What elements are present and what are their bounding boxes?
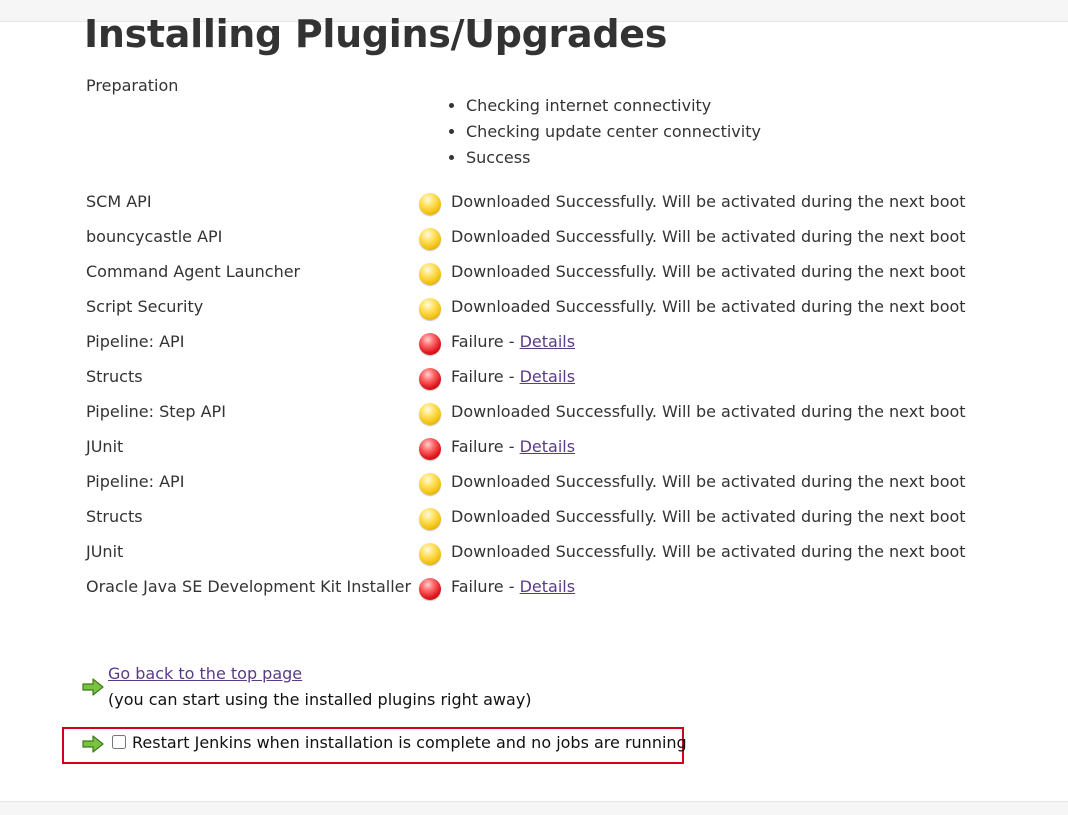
plugin-row: JUnit Failure - Details bbox=[86, 430, 966, 465]
plugin-status-message: Failure - bbox=[451, 332, 520, 351]
plugin-status-message: Downloaded Successfully. Will be activat… bbox=[451, 472, 966, 491]
plugin-row: SCM API Downloaded Successfully. Will be … bbox=[86, 185, 966, 220]
preparation-step: Checking internet connectivity bbox=[466, 93, 761, 119]
plugin-name: Pipeline: API bbox=[86, 472, 185, 491]
plugin-status-message: Downloaded Successfully. Will be activat… bbox=[451, 297, 966, 316]
preparation-label: Preparation bbox=[86, 76, 179, 95]
plugin-name: JUnit bbox=[86, 542, 124, 561]
restart-jenkins-label[interactable]: Restart Jenkins when installation is com… bbox=[132, 733, 687, 752]
plugin-row: Structs Downloaded Successfully. Will be … bbox=[86, 500, 966, 535]
plugin-name: Structs bbox=[86, 507, 143, 526]
plugin-status: Downloaded Successfully. Will be activat… bbox=[451, 192, 966, 211]
plugin-row: Pipeline: API Downloaded Successfully. Wi… bbox=[86, 465, 966, 500]
plugin-install-table: SCM API Downloaded Successfully. Will be … bbox=[86, 185, 966, 605]
red-ball-icon bbox=[419, 368, 441, 390]
plugin-status: Downloaded Successfully. Will be activat… bbox=[451, 472, 966, 491]
plugin-name: Pipeline: Step API bbox=[86, 402, 226, 421]
yellow-ball-icon bbox=[419, 298, 441, 320]
plugin-status: Failure - Details bbox=[451, 437, 575, 456]
plugin-status: Downloaded Successfully. Will be activat… bbox=[451, 262, 966, 281]
restart-jenkins-checkbox[interactable] bbox=[112, 735, 126, 749]
plugin-status: Downloaded Successfully. Will be activat… bbox=[451, 227, 966, 246]
preparation-steps: Checking internet connectivity Checking … bbox=[442, 93, 761, 171]
back-link-note: (you can start using the installed plugi… bbox=[108, 690, 532, 709]
plugin-status-message: Downloaded Successfully. Will be activat… bbox=[451, 227, 966, 246]
plugin-name: Command Agent Launcher bbox=[86, 262, 301, 281]
details-link[interactable]: Details bbox=[520, 577, 575, 596]
plugin-name: JUnit bbox=[86, 437, 124, 456]
plugin-row: Pipeline: Step API Downloaded Successfull… bbox=[86, 395, 966, 430]
plugin-row: Structs Failure - Details bbox=[86, 360, 966, 395]
details-link[interactable]: Details bbox=[520, 367, 575, 386]
plugin-row: Pipeline: API Failure - Details bbox=[86, 325, 966, 360]
plugin-row: JUnit Downloaded Successfully. Will be ac… bbox=[86, 535, 966, 570]
plugin-row: bouncycastle API Downloaded Successfully.… bbox=[86, 220, 966, 255]
plugin-status-message: Downloaded Successfully. Will be activat… bbox=[451, 192, 966, 211]
green-arrow-right-icon bbox=[82, 735, 104, 753]
plugin-status: Downloaded Successfully. Will be activat… bbox=[451, 402, 966, 421]
plugin-name: Structs bbox=[86, 367, 143, 386]
plugin-name: Pipeline: API bbox=[86, 332, 185, 351]
plugin-row: Script Security Downloaded Successfully. … bbox=[86, 290, 966, 325]
red-ball-icon bbox=[419, 438, 441, 460]
plugin-name: Oracle Java SE Development Kit Installer bbox=[86, 577, 412, 596]
yellow-ball-icon bbox=[419, 508, 441, 530]
plugin-status-message: Downloaded Successfully. Will be activat… bbox=[451, 507, 966, 526]
go-back-top-page-link[interactable]: Go back to the top page bbox=[108, 664, 302, 683]
yellow-ball-icon bbox=[419, 228, 441, 250]
plugin-status: Failure - Details bbox=[451, 367, 575, 386]
details-link[interactable]: Details bbox=[520, 437, 575, 456]
plugin-status-message: Downloaded Successfully. Will be activat… bbox=[451, 262, 966, 281]
plugin-status-message: Failure - bbox=[451, 367, 520, 386]
plugin-status-message: Downloaded Successfully. Will be activat… bbox=[451, 542, 966, 561]
plugin-status-message: Failure - bbox=[451, 437, 520, 456]
plugin-status: Failure - Details bbox=[451, 577, 575, 596]
preparation-step: Checking update center connectivity bbox=[466, 119, 761, 145]
red-ball-icon bbox=[419, 578, 441, 600]
yellow-ball-icon bbox=[419, 473, 441, 495]
plugin-name: bouncycastle API bbox=[86, 227, 223, 246]
details-link[interactable]: Details bbox=[520, 332, 575, 351]
yellow-ball-icon bbox=[419, 263, 441, 285]
plugin-status: Downloaded Successfully. Will be activat… bbox=[451, 542, 966, 561]
green-arrow-right-icon bbox=[82, 678, 104, 696]
plugin-name: Script Security bbox=[86, 297, 204, 316]
yellow-ball-icon bbox=[419, 193, 441, 215]
plugin-status-message: Failure - bbox=[451, 577, 520, 596]
plugin-status: Downloaded Successfully. Will be activat… bbox=[451, 507, 966, 526]
page-title: Installing Plugins/Upgrades bbox=[84, 12, 668, 56]
plugin-status: Failure - Details bbox=[451, 332, 575, 351]
plugin-status: Downloaded Successfully. Will be activat… bbox=[451, 297, 966, 316]
preparation-step: Success bbox=[466, 145, 761, 171]
page-footer bbox=[0, 801, 1068, 815]
plugin-row: Oracle Java SE Development Kit Installer… bbox=[86, 570, 966, 605]
yellow-ball-icon bbox=[419, 403, 441, 425]
plugin-status-message: Downloaded Successfully. Will be activat… bbox=[451, 402, 966, 421]
red-ball-icon bbox=[419, 333, 441, 355]
plugin-row: Command Agent Launcher Downloaded Success… bbox=[86, 255, 966, 290]
yellow-ball-icon bbox=[419, 543, 441, 565]
plugin-name: SCM API bbox=[86, 192, 152, 211]
